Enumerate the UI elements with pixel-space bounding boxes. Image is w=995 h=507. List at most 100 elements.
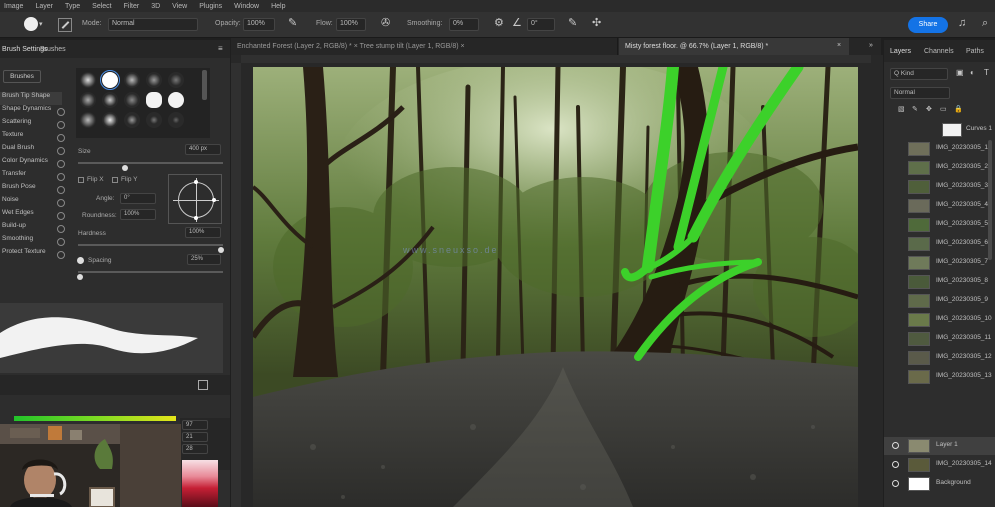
brush-preset-picker[interactable]: ▾	[22, 16, 44, 34]
hardness-slider-knob[interactable]	[218, 247, 224, 253]
lock-pixels-icon[interactable]: ▧	[898, 106, 905, 113]
tabs-overflow-icon[interactable]: »	[869, 42, 873, 49]
brush-tip[interactable]	[146, 92, 162, 108]
layer-row[interactable]: IMG_20230305_10	[884, 311, 995, 329]
brush-tip[interactable]	[124, 92, 140, 108]
lock-icon[interactable]	[57, 199, 65, 207]
lock-icon[interactable]	[57, 186, 65, 194]
menu-item[interactable]: Type	[65, 3, 80, 10]
brush-tip-selected[interactable]	[100, 70, 120, 90]
airbrush-icon[interactable]: ✇	[381, 18, 390, 29]
roundness-field[interactable]: 100%	[120, 209, 156, 220]
lock-icon[interactable]	[57, 147, 65, 155]
brush-tip[interactable]	[102, 112, 118, 128]
menu-item[interactable]: Window	[234, 3, 259, 10]
size-field[interactable]: 400 px	[185, 144, 221, 155]
setting-texture[interactable]: Texture	[0, 131, 62, 144]
brush-tip[interactable]	[168, 112, 184, 128]
layer-row[interactable]: IMG_20230305_6	[884, 235, 995, 253]
lock-icon[interactable]	[57, 108, 65, 116]
brush-tip[interactable]	[168, 72, 184, 88]
brush-tip[interactable]	[146, 72, 162, 88]
mode-dropdown[interactable]: Normal	[108, 18, 198, 31]
layer-row[interactable]: IMG_20230305_8	[884, 273, 995, 291]
brush-tip[interactable]	[102, 92, 118, 108]
flip-x-checkbox[interactable]	[78, 177, 84, 183]
setting-wet-edges[interactable]: Wet Edges	[0, 209, 62, 222]
menu-item[interactable]: Layer	[35, 3, 53, 10]
color-value-field[interactable]: 97	[182, 420, 208, 430]
share-button[interactable]: Share	[908, 17, 948, 33]
lock-icon[interactable]	[57, 251, 65, 259]
lock-all-icon[interactable]: 🔒	[954, 106, 963, 113]
layer-row-selected[interactable]: Layer 1	[884, 437, 995, 455]
brushes-button[interactable]: Brushes	[3, 70, 41, 83]
lock-artboard-icon[interactable]: ▭	[940, 106, 947, 113]
color-value-field[interactable]: 28	[182, 444, 208, 454]
menu-item[interactable]: View	[172, 3, 187, 10]
menu-item[interactable]: Image	[4, 3, 23, 10]
eye-icon[interactable]	[892, 480, 899, 487]
spacing-field[interactable]: 25%	[187, 254, 221, 265]
canvas-image[interactable]: www.sneuxso.de	[253, 67, 858, 507]
lock-icon[interactable]	[57, 134, 65, 142]
search-icon[interactable]: ⌕	[982, 18, 988, 29]
tab-layers[interactable]: Layers	[890, 48, 911, 55]
brush-tip[interactable]	[80, 92, 96, 108]
angle-field[interactable]: 0°	[120, 193, 156, 204]
smoothing-field[interactable]: 0%	[449, 18, 479, 31]
tip-grid-scrollbar[interactable]	[202, 70, 207, 100]
brush-tip-grid[interactable]	[76, 68, 210, 138]
layer-row[interactable]: IMG_20230305_7	[884, 254, 995, 272]
layer-row[interactable]: IMG_20230305_12	[884, 349, 995, 367]
opacity-field[interactable]: 100%	[243, 18, 275, 31]
layer-filter-dropdown[interactable]: Q Kind	[890, 68, 948, 80]
lock-icon[interactable]	[57, 160, 65, 168]
hardness-field[interactable]: 100%	[185, 227, 221, 238]
setting-transfer[interactable]: Transfer	[0, 170, 62, 183]
flow-field[interactable]: 100%	[336, 18, 366, 31]
symmetry-butterfly-icon[interactable]: ✣	[592, 18, 601, 29]
lock-icon[interactable]	[57, 212, 65, 220]
color-picker-swatch[interactable]	[182, 460, 218, 507]
tab-channels[interactable]: Channels	[924, 48, 954, 55]
layer-row[interactable]: IMG_20230305_1	[884, 140, 995, 158]
lock-position-icon[interactable]: ✥	[926, 106, 932, 113]
menu-item[interactable]: Select	[92, 3, 111, 10]
pressure-size-icon[interactable]: ✎	[568, 18, 577, 29]
angle-field[interactable]: 0°	[527, 18, 555, 31]
lock-icon[interactable]	[57, 225, 65, 233]
brush-tip[interactable]	[168, 92, 184, 108]
layers-scrollbar[interactable]	[988, 140, 992, 260]
tab-paths[interactable]: Paths	[966, 48, 984, 55]
setting-color-dynamics[interactable]: Color Dynamics	[0, 157, 62, 170]
hardness-slider[interactable]	[78, 244, 223, 246]
bell-icon[interactable]: ♫	[958, 18, 966, 29]
pressure-opacity-icon[interactable]: ✎	[288, 18, 297, 29]
setting-brush-tip-shape[interactable]: Brush Tip Shape	[0, 92, 62, 105]
brush-angle-preview[interactable]	[168, 174, 222, 224]
setting-protect-texture[interactable]: Protect Texture	[0, 248, 62, 261]
brush-panel-toggle-button[interactable]	[58, 18, 72, 32]
document-tab-active[interactable]: Misty forest floor. @ 66.7% (Layer 1, RG…	[619, 38, 849, 55]
smoothing-options-gear-icon[interactable]: ⚙	[494, 18, 504, 29]
setting-brush-pose[interactable]: Brush Pose	[0, 183, 62, 196]
close-tab-icon[interactable]: ×	[837, 42, 841, 49]
setting-shape-dynamics[interactable]: Shape Dynamics	[0, 105, 62, 118]
blend-mode-dropdown[interactable]: Normal	[890, 87, 950, 99]
filter-image-icon[interactable]: ▣	[956, 69, 964, 77]
layer-row[interactable]: Curves 1	[884, 121, 995, 139]
menu-item[interactable]: 3D	[151, 3, 160, 10]
size-slider-knob[interactable]	[122, 165, 128, 171]
brush-tip[interactable]	[80, 72, 96, 88]
layer-row[interactable]: IMG_20230305_4	[884, 197, 995, 215]
lock-icon[interactable]	[57, 121, 65, 129]
layer-row[interactable]: IMG_20230305_3	[884, 178, 995, 196]
color-value-field[interactable]: 21	[182, 432, 208, 442]
brush-tip[interactable]	[80, 112, 96, 128]
eye-icon[interactable]	[892, 442, 899, 449]
layer-row[interactable]: IMG_20230305_5	[884, 216, 995, 234]
spacing-checkbox[interactable]	[77, 257, 84, 264]
size-slider[interactable]	[78, 162, 223, 164]
setting-noise[interactable]: Noise	[0, 196, 62, 209]
